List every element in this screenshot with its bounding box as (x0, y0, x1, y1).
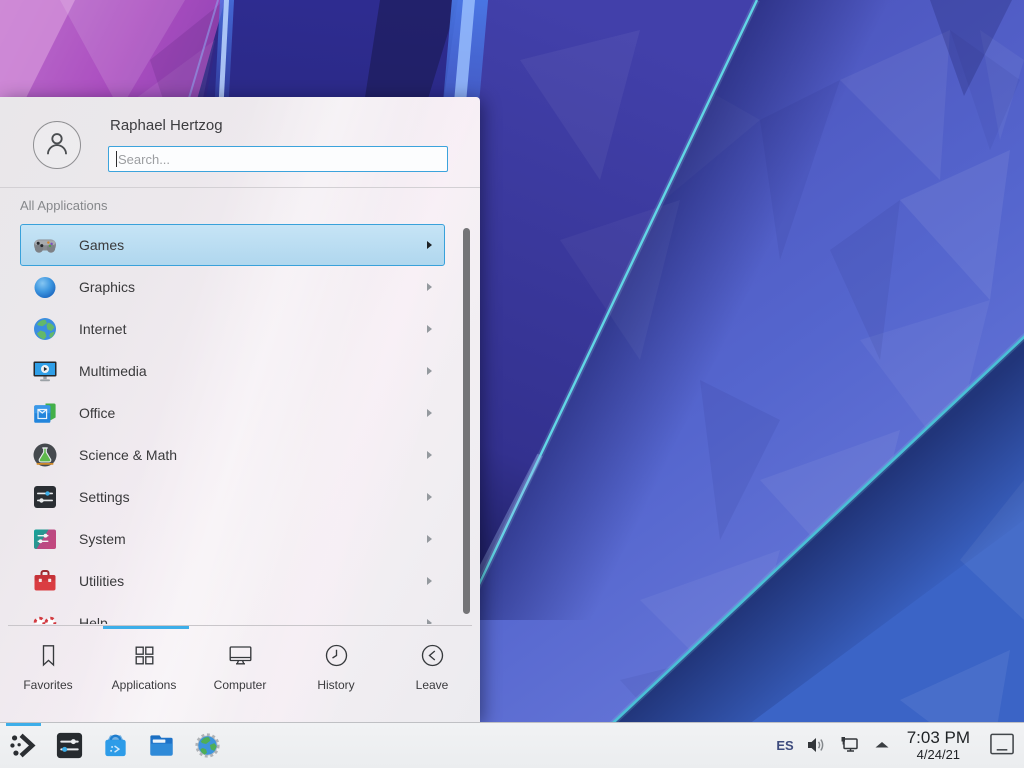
office-icon (32, 400, 58, 426)
submenu-arrow-icon (427, 325, 432, 333)
browser-globe-icon (192, 730, 223, 761)
tab-computer[interactable]: Computer (192, 629, 288, 722)
system-settings-button[interactable] (53, 729, 86, 762)
category-list: Games Graphics Internet Multimedia Offic… (20, 224, 445, 624)
system-tray: ES 7:03 PM 4/24/21 (776, 729, 1024, 762)
history-icon (323, 642, 350, 669)
settings-icon (32, 484, 58, 510)
category-item-games[interactable]: Games (20, 224, 445, 266)
footer-separator (8, 625, 472, 626)
header-separator (0, 187, 480, 188)
category-item-settings[interactable]: Settings (20, 476, 445, 518)
network-icon[interactable] (838, 734, 860, 756)
kickoff-icon (8, 730, 39, 761)
application-launcher-button[interactable] (7, 729, 40, 762)
science-icon (32, 442, 58, 468)
tab-history[interactable]: History (288, 629, 384, 722)
application-launcher-menu: Raphael Hertzog All Applications Games G… (0, 97, 480, 722)
category-item-system[interactable]: System (20, 518, 445, 560)
search-field (108, 146, 448, 172)
web-browser-button[interactable] (191, 729, 224, 762)
submenu-arrow-icon (427, 283, 432, 291)
tab-favorites[interactable]: Favorites (0, 629, 96, 722)
utilities-icon (32, 568, 58, 594)
submenu-arrow-icon (427, 241, 432, 249)
category-item-internet[interactable]: Internet (20, 308, 445, 350)
system-settings-icon (54, 730, 85, 761)
submenu-arrow-icon (427, 451, 432, 459)
user-avatar[interactable] (33, 121, 81, 169)
dolphin-icon (146, 730, 177, 761)
user-icon (41, 127, 73, 164)
volume-icon[interactable] (805, 734, 827, 756)
category-item-office[interactable]: Office (20, 392, 445, 434)
category-item-graphics[interactable]: Graphics (20, 266, 445, 308)
tab-leave[interactable]: Leave (384, 629, 480, 722)
submenu-arrow-icon (427, 493, 432, 501)
search-input[interactable] (109, 147, 447, 171)
expand-tray-icon[interactable] (871, 734, 893, 756)
clock-time: 7:03 PM (907, 729, 970, 748)
file-manager-button[interactable] (145, 729, 178, 762)
submenu-arrow-icon (427, 577, 432, 585)
category-item-utilities[interactable]: Utilities (20, 560, 445, 602)
system-icon (32, 526, 58, 552)
leave-icon (419, 642, 446, 669)
category-item-help[interactable]: Help (20, 602, 445, 624)
help-icon (32, 610, 58, 624)
submenu-arrow-icon (427, 619, 432, 624)
clock[interactable]: 7:03 PM 4/24/21 (907, 729, 970, 762)
user-name: Raphael Hertzog (110, 117, 223, 134)
taskbar-launchers (0, 729, 224, 762)
launcher-header: Raphael Hertzog (0, 97, 480, 187)
internet-icon (32, 316, 58, 342)
submenu-arrow-icon (427, 409, 432, 417)
clock-date: 4/24/21 (917, 748, 960, 762)
category-item-multimedia[interactable]: Multimedia (20, 350, 445, 392)
tab-applications[interactable]: Applications (96, 629, 192, 722)
list-scrollbar[interactable] (463, 228, 470, 614)
category-item-science-math[interactable]: Science & Math (20, 434, 445, 476)
favorites-icon (35, 642, 62, 669)
taskbar: ES 7:03 PM 4/24/21 (0, 722, 1024, 768)
discover-button[interactable] (99, 729, 132, 762)
keyboard-layout-indicator[interactable]: ES (776, 738, 793, 753)
desktop: Raphael Hertzog All Applications Games G… (0, 0, 1024, 768)
submenu-arrow-icon (427, 535, 432, 543)
computer-icon (227, 642, 254, 669)
multimedia-icon (32, 358, 58, 384)
applications-icon (131, 642, 158, 669)
section-label: All Applications (20, 198, 107, 213)
games-icon (32, 232, 58, 258)
footer-tabs: Favorites Applications Computer History … (0, 629, 480, 722)
submenu-arrow-icon (427, 367, 432, 375)
discover-icon (100, 730, 131, 761)
graphics-icon (32, 274, 58, 300)
show-desktop-button[interactable] (989, 732, 1016, 758)
